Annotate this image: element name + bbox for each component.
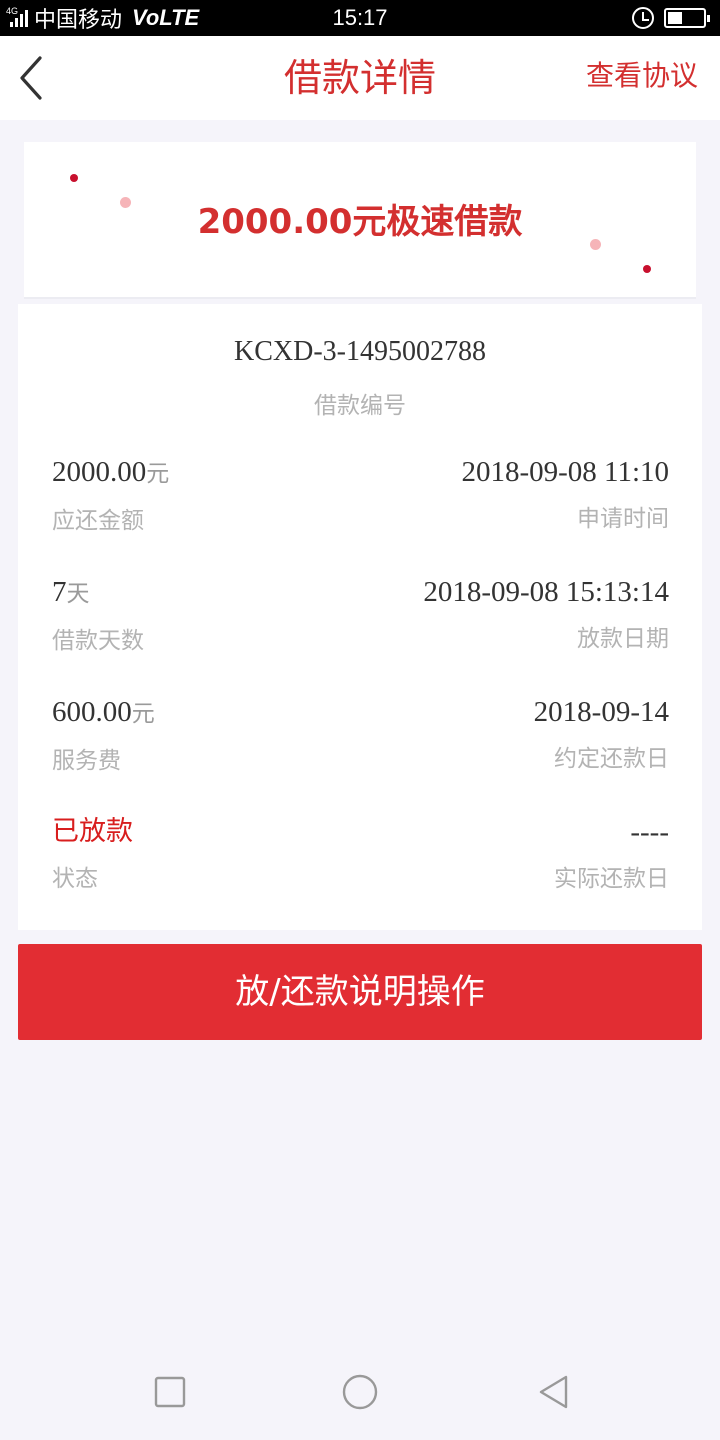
actual-repay-date-label: 实际还款日 (554, 866, 669, 892)
detail-row: 2000.00元 应还金额 2018-09-08 11:10 申请时间 (52, 454, 669, 544)
apply-time-label: 申请时间 (577, 506, 669, 532)
disburse-date-value: 2018-09-08 15:13:14 (423, 576, 669, 608)
loan-banner: 2000.00元极速借款 (24, 142, 696, 299)
loan-days-label: 借款天数 (52, 628, 144, 654)
back-button[interactable] (14, 52, 54, 104)
view-agreement-button[interactable]: 查看协议 (586, 36, 698, 116)
decor-dot (70, 174, 78, 182)
actual-repay-date-cell: ---- 实际还款日 (554, 814, 669, 894)
loan-days-value: 7 (52, 576, 67, 608)
loan-number-label: 借款编号 (314, 393, 406, 419)
due-date-cell: 2018-09-14 约定还款日 (534, 694, 669, 774)
battery-icon (664, 8, 710, 28)
loan-number: KCXD-3-1495002788 (234, 336, 486, 367)
loan-days-unit: 天 (66, 581, 90, 607)
service-fee-value: 600.00 (52, 696, 132, 728)
banner-amount-text: 2000.00元极速借款 (197, 202, 523, 242)
square-recents-icon (154, 1376, 186, 1408)
status-cell: 已放款 状态 (52, 814, 133, 894)
system-nav-bar (0, 1340, 720, 1440)
service-fee-cell: 600.00元 服务费 (52, 694, 155, 776)
status-right (632, 0, 710, 36)
chevron-left-icon (20, 56, 42, 100)
alarm-icon (632, 7, 654, 29)
disburse-date-label: 放款日期 (577, 626, 669, 652)
disburse-repay-instructions-button[interactable]: 放/还款说明操作 (18, 944, 702, 1040)
loan-days-cell: 7天 借款天数 (52, 574, 144, 656)
status-bar: 4G 中国移动 VoLTE 15:17 (0, 0, 720, 36)
due-date-value: 2018-09-14 (533, 696, 669, 728)
detail-row: 已放款 状态 ---- 实际还款日 (52, 814, 669, 904)
repay-amount-value: 2000.00 (52, 456, 147, 488)
recents-button[interactable] (148, 1370, 192, 1414)
service-fee-unit: 元 (131, 701, 155, 727)
status-time: 15:17 (332, 5, 388, 30)
nav-bar: 借款详情 查看协议 (0, 36, 720, 120)
loan-details-card: KCXD-3-1495002788 借款编号 2000.00元 应还金额 201… (18, 304, 702, 930)
detail-row: 7天 借款天数 2018-09-08 15:13:14 放款日期 (52, 574, 669, 664)
repay-amount-cell: 2000.00元 应还金额 (52, 454, 169, 536)
actual-repay-date-value: ---- (630, 816, 669, 848)
triangle-back-icon (539, 1375, 568, 1409)
disburse-date-cell: 2018-09-08 15:13:14 放款日期 (423, 574, 669, 654)
circle-home-icon (342, 1374, 378, 1410)
apply-time-cell: 2018-09-08 11:10 申请时间 (461, 454, 669, 534)
detail-row: 600.00元 服务费 2018-09-14 约定还款日 (52, 694, 669, 784)
service-fee-label: 服务费 (52, 748, 121, 774)
home-button[interactable] (338, 1370, 382, 1414)
status-badge: 已放款 (52, 816, 133, 847)
status-label: 状态 (52, 866, 98, 892)
repay-amount-unit: 元 (146, 461, 170, 487)
battery-level (668, 12, 682, 24)
decor-dot (643, 265, 651, 273)
apply-time-value: 2018-09-08 11:10 (461, 456, 669, 488)
system-back-button[interactable] (532, 1370, 576, 1414)
due-date-label: 约定还款日 (554, 746, 669, 772)
repay-amount-label: 应还金额 (52, 508, 144, 534)
